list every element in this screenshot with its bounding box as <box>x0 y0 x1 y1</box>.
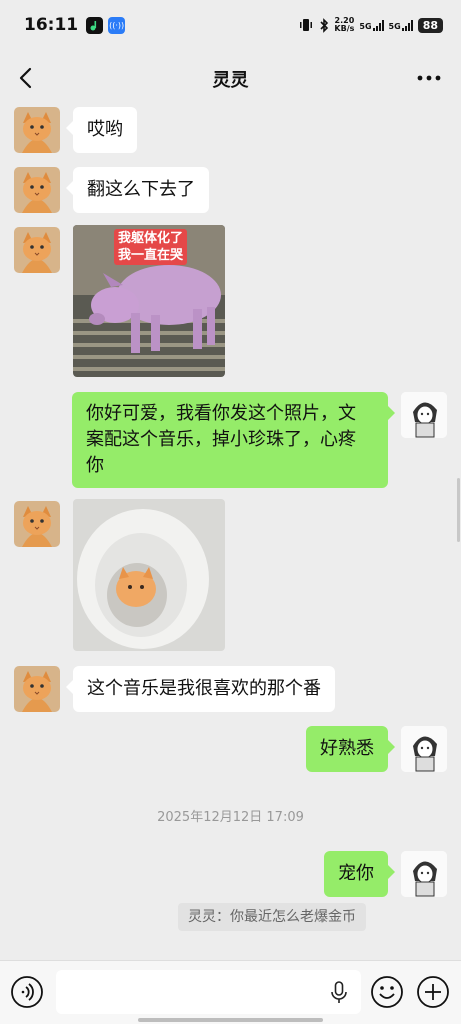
chat-title[interactable]: 灵灵 <box>213 66 249 92</box>
message-bubble[interactable]: 哎哟 <box>66 107 137 153</box>
status-time: 16:11 <box>24 15 79 35</box>
voice-icon[interactable] <box>10 975 44 1009</box>
nfc-app-icon: ((·)) <box>108 16 126 34</box>
signal-bars-icon <box>372 19 384 31</box>
system-notice: 灵灵：你最近怎么老爆金币 <box>178 903 366 931</box>
emoji-icon[interactable] <box>370 975 404 1009</box>
battery-indicator: 88 <box>417 17 443 33</box>
chat-header: 灵灵 <box>0 55 461 103</box>
avatar[interactable] <box>401 851 447 897</box>
more-horizontal-icon[interactable] <box>415 65 443 91</box>
message-line: 你 <box>86 455 104 476</box>
status-bar: 16:11 ((·)) 2.20 KB/s 5G 5G 88 <box>0 0 461 50</box>
home-indicator[interactable] <box>138 1018 323 1022</box>
plus-icon[interactable] <box>416 975 450 1009</box>
message-bubble[interactable]: 这个音乐是我很喜欢的那个番 <box>66 666 335 712</box>
avatar[interactable] <box>14 227 60 273</box>
chevron-left-icon[interactable] <box>14 65 40 91</box>
avatar[interactable] <box>401 392 447 438</box>
message-line: 案配这个音乐，掉小珍珠了，心疼 <box>86 429 356 450</box>
avatar[interactable] <box>14 107 60 153</box>
scrollbar[interactable] <box>457 478 460 542</box>
vibrate-icon <box>300 19 313 31</box>
avatar[interactable] <box>14 501 60 547</box>
image-message-kitten[interactable] <box>73 499 225 651</box>
timestamp: 2025年12月12日 17:09 <box>157 810 304 825</box>
signal-2-label: 5G <box>388 21 401 31</box>
avatar[interactable] <box>14 666 60 712</box>
image-caption-line-1: 我躯体化了 <box>118 231 184 246</box>
avatar[interactable] <box>14 167 60 213</box>
music-app-icon <box>86 16 104 34</box>
message-bubble[interactable]: 好熟悉 <box>306 726 395 772</box>
signal-1: 5G <box>359 19 384 31</box>
status-right: 2.20 KB/s 5G 5G 88 <box>298 17 443 33</box>
message-bubble[interactable]: 你好可爱，我看你发这个照片，文 案配这个音乐，掉小珍珠了，心疼 你 <box>72 392 395 488</box>
message-line: 你好可爱，我看你发这个照片，文 <box>86 403 356 424</box>
input-bar <box>0 960 461 1024</box>
image-message-pig[interactable]: 我躯体化了 我一直在哭 <box>73 225 225 377</box>
message-list[interactable]: 哎哟 翻这么下去了 我躯体化了 我一直在哭 你好可爱，我看你发这个照片，文 案配… <box>0 103 461 958</box>
net-speed-unit: KB/s <box>334 24 355 33</box>
image-caption-line-2: 我一直在哭 <box>118 248 184 263</box>
signal-2: 5G <box>388 19 413 31</box>
signal-1-label: 5G <box>359 21 372 31</box>
bluetooth-icon <box>320 17 329 33</box>
message-bubble[interactable]: 翻这么下去了 <box>66 167 209 213</box>
avatar[interactable] <box>401 726 447 772</box>
image-caption: 我躯体化了 我一直在哭 <box>114 229 188 265</box>
net-speed: 2.20 KB/s <box>334 17 354 33</box>
message-bubble[interactable]: 宠你 <box>324 851 395 897</box>
message-input[interactable] <box>56 970 361 1014</box>
signal-bars-icon <box>401 19 413 31</box>
microphone-icon[interactable] <box>330 981 348 1005</box>
